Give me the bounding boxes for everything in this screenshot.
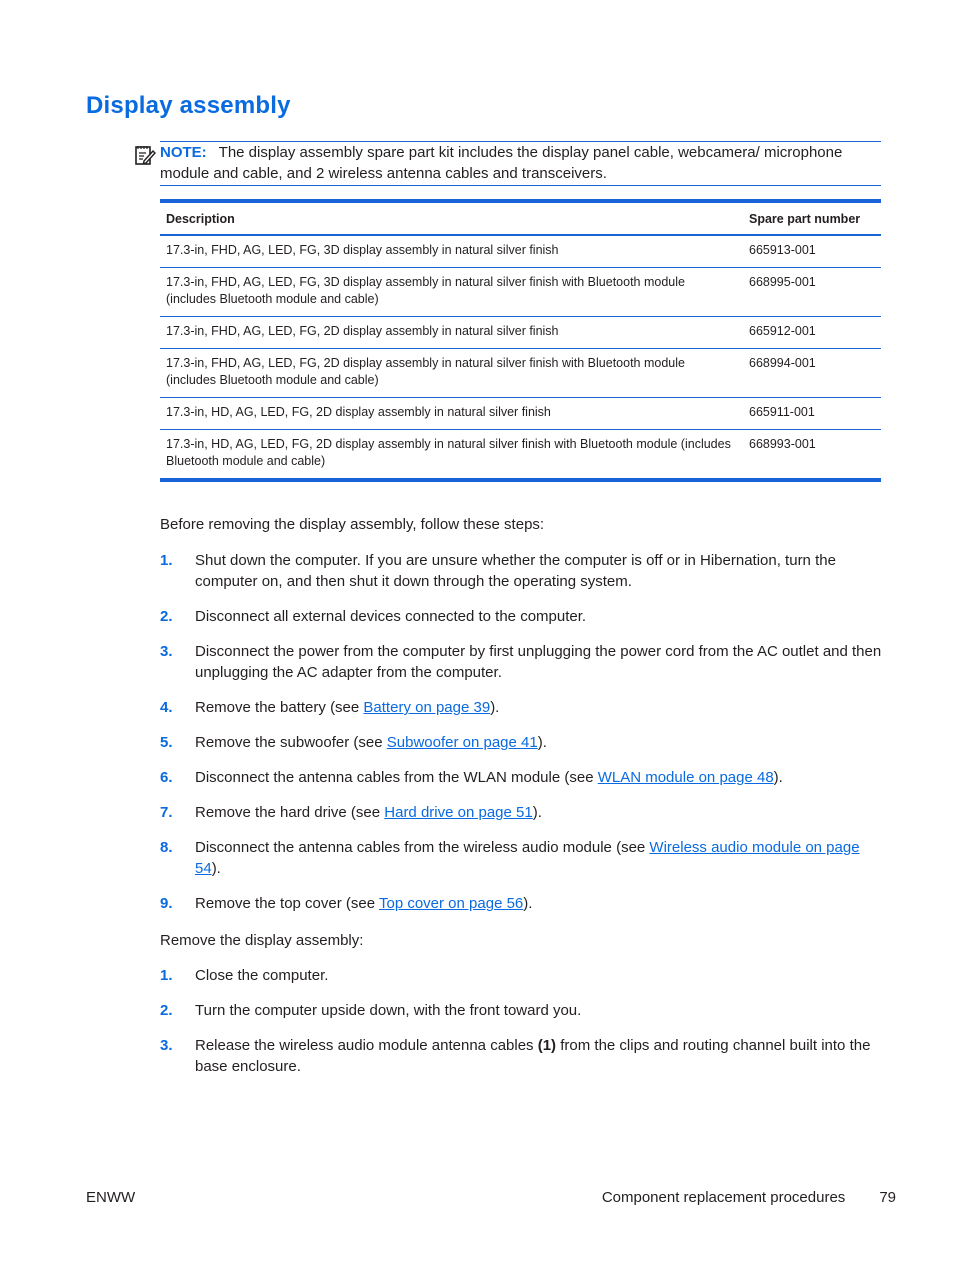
step-item: 7. Remove the hard drive (see Hard drive… <box>160 802 885 823</box>
step-item: 8. Disconnect the antenna cables from th… <box>160 837 885 879</box>
step-text-end: ). <box>490 699 500 716</box>
footer-right: Component replacement procedures 79 <box>602 1189 896 1206</box>
table-row: 17.3-in, HD, AG, LED, FG, 2D display ass… <box>160 430 881 480</box>
step-number: 9. <box>160 895 173 912</box>
step-item: 4. Remove the battery (see Battery on pa… <box>160 697 885 718</box>
step-number: 7. <box>160 804 173 821</box>
footer-locale: ENWW <box>86 1189 136 1206</box>
step-text-end: ). <box>537 734 547 751</box>
step-number: 5. <box>160 734 173 751</box>
step-item: 6. Disconnect the antenna cables from th… <box>160 767 885 788</box>
link-wlan-module[interactable]: WLAN module on page 48 <box>598 769 774 786</box>
step-item: 2. Disconnect all external devices conne… <box>160 606 885 627</box>
remove-steps-list: 1. Close the computer. 2. Turn the compu… <box>160 965 885 1091</box>
row-part-number: 668993-001 <box>749 437 816 451</box>
table-row: 17.3-in, FHD, AG, LED, FG, 3D display as… <box>160 235 881 268</box>
row-description: 17.3-in, FHD, AG, LED, FG, 3D display as… <box>166 275 685 306</box>
step-text: Remove the battery (see <box>195 699 364 716</box>
step-text: Disconnect the antenna cables from the w… <box>195 839 650 856</box>
note-box: NOTE: The display assembly spare part kit… <box>135 141 881 186</box>
header-part-number: Spare part number <box>749 212 861 226</box>
row-description: 17.3-in, FHD, AG, LED, FG, 2D display as… <box>166 324 559 338</box>
table-row: 17.3-in, FHD, AG, LED, FG, 3D display as… <box>160 268 881 317</box>
spare-parts-table: Description Spare part number 17.3-in, F… <box>160 199 881 482</box>
row-description: 17.3-in, FHD, AG, LED, FG, 3D display as… <box>166 243 559 257</box>
callout-number: (1) <box>537 1037 557 1054</box>
remove-intro: Remove the display assembly: <box>160 932 364 949</box>
step-item: 2. Turn the computer upside down, with t… <box>160 1000 885 1021</box>
step-text: Close the computer. <box>195 967 329 984</box>
before-intro: Before removing the display assembly, fo… <box>160 516 545 533</box>
row-part-number: 668995-001 <box>749 275 816 289</box>
table-header-row: Description Spare part number <box>160 201 881 235</box>
link-hard-drive[interactable]: Hard drive on page 51 <box>384 804 532 821</box>
step-text-end: ). <box>532 804 542 821</box>
row-description: 17.3-in, FHD, AG, LED, FG, 2D display as… <box>166 356 685 387</box>
step-item: 9. Remove the top cover (see Top cover o… <box>160 893 885 914</box>
step-text-end: ). <box>523 895 533 912</box>
step-number: 3. <box>160 1037 173 1054</box>
note-pencil-icon <box>135 146 156 165</box>
row-part-number: 665911-001 <box>749 405 815 419</box>
step-item: 1. Shut down the computer. If you are un… <box>160 550 885 592</box>
table-row: 17.3-in, FHD, AG, LED, FG, 2D display as… <box>160 349 881 398</box>
step-number: 2. <box>160 1002 173 1019</box>
link-top-cover[interactable]: Top cover on page 56 <box>379 895 523 912</box>
step-number: 2. <box>160 608 173 625</box>
footer-section-title: Component replacement procedures <box>601 1189 846 1206</box>
step-text: Disconnect the power from the computer b… <box>195 643 882 681</box>
step-number: 3. <box>160 643 173 660</box>
row-part-number: 668994-001 <box>749 356 816 370</box>
header-description: Description <box>166 212 235 226</box>
step-number: 1. <box>160 552 173 569</box>
note-label: NOTE: <box>160 144 207 161</box>
row-part-number: 665912-001 <box>749 324 816 338</box>
step-item: 3. Disconnect the power from the compute… <box>160 641 885 683</box>
step-text-end: ). <box>773 769 783 786</box>
step-text: Remove the top cover (see <box>195 895 379 912</box>
step-text: Turn the computer upside down, with the … <box>195 1002 582 1019</box>
step-item: 3. Release the wireless audio module ant… <box>160 1035 885 1077</box>
link-battery[interactable]: Battery on page 39 <box>363 699 490 716</box>
before-steps-list: 1. Shut down the computer. If you are un… <box>160 550 885 928</box>
step-text: Disconnect all external devices connecte… <box>195 608 587 625</box>
step-text: Remove the hard drive (see <box>195 804 385 821</box>
page-number: 79 <box>879 1189 896 1206</box>
step-item: 1. Close the computer. <box>160 965 885 986</box>
page-title: Display assembly <box>86 92 291 119</box>
link-subwoofer[interactable]: Subwoofer on page 41 <box>387 734 538 751</box>
step-number: 6. <box>160 769 173 786</box>
step-text: Shut down the computer. If you are unsur… <box>195 552 836 590</box>
table-row: 17.3-in, FHD, AG, LED, FG, 2D display as… <box>160 317 881 349</box>
note-text: The display assembly spare part kit incl… <box>160 144 843 182</box>
step-text: Release the wireless audio module antenn… <box>195 1037 538 1054</box>
row-description: 17.3-in, HD, AG, LED, FG, 2D display ass… <box>166 405 551 419</box>
step-item: 5. Remove the subwoofer (see Subwoofer o… <box>160 732 885 753</box>
step-text-end: ). <box>211 860 221 877</box>
step-number: 4. <box>160 699 173 716</box>
table-row: 17.3-in, HD, AG, LED, FG, 2D display ass… <box>160 398 881 430</box>
row-part-number: 665913-001 <box>749 243 816 257</box>
step-text: Remove the subwoofer (see <box>195 734 387 751</box>
step-number: 8. <box>160 839 173 856</box>
row-description: 17.3-in, HD, AG, LED, FG, 2D display ass… <box>166 437 731 468</box>
step-text: Disconnect the antenna cables from the W… <box>195 769 598 786</box>
step-number: 1. <box>160 967 173 984</box>
